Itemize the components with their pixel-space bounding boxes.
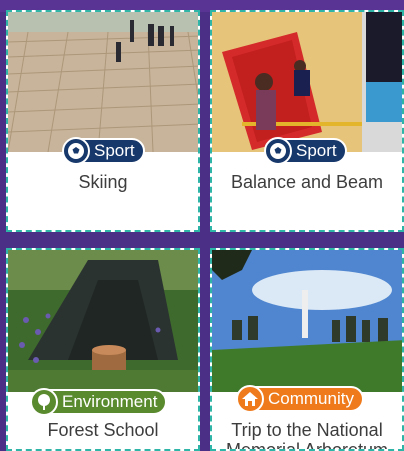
activity-title[interactable]: Skiing [8,172,198,192]
category-label: Community [268,389,354,408]
skiing-photo [8,12,198,152]
category-label: Sport [94,141,135,160]
category-label: Environment [62,392,158,411]
forest-school-photo [8,250,198,392]
house-icon [236,385,264,413]
activity-title[interactable]: Trip to the National Memorial Arboretum [212,420,402,449]
activity-card-memorial-arboretum[interactable]: Community Trip to the National Memorial … [210,248,404,451]
category-badge: Environment [30,388,168,416]
activity-card-forest-school[interactable]: Environment Forest School [6,248,200,451]
activity-card-skiing[interactable]: Sport Skiing [6,10,200,232]
football-icon [264,137,292,165]
balance-beam-photo [212,12,402,152]
category-badge: Community [236,385,364,413]
football-icon [62,137,90,165]
category-label: Sport [296,141,337,160]
activity-title[interactable]: Balance and Beam [212,172,402,192]
category-badge: Sport [62,137,145,165]
activity-title[interactable]: Forest School [8,420,198,440]
memorial-arboretum-photo [212,250,402,392]
activity-card-balance-and-beam[interactable]: Sport Balance and Beam [210,10,404,232]
category-badge: Sport [264,137,347,165]
tree-icon [30,388,58,416]
